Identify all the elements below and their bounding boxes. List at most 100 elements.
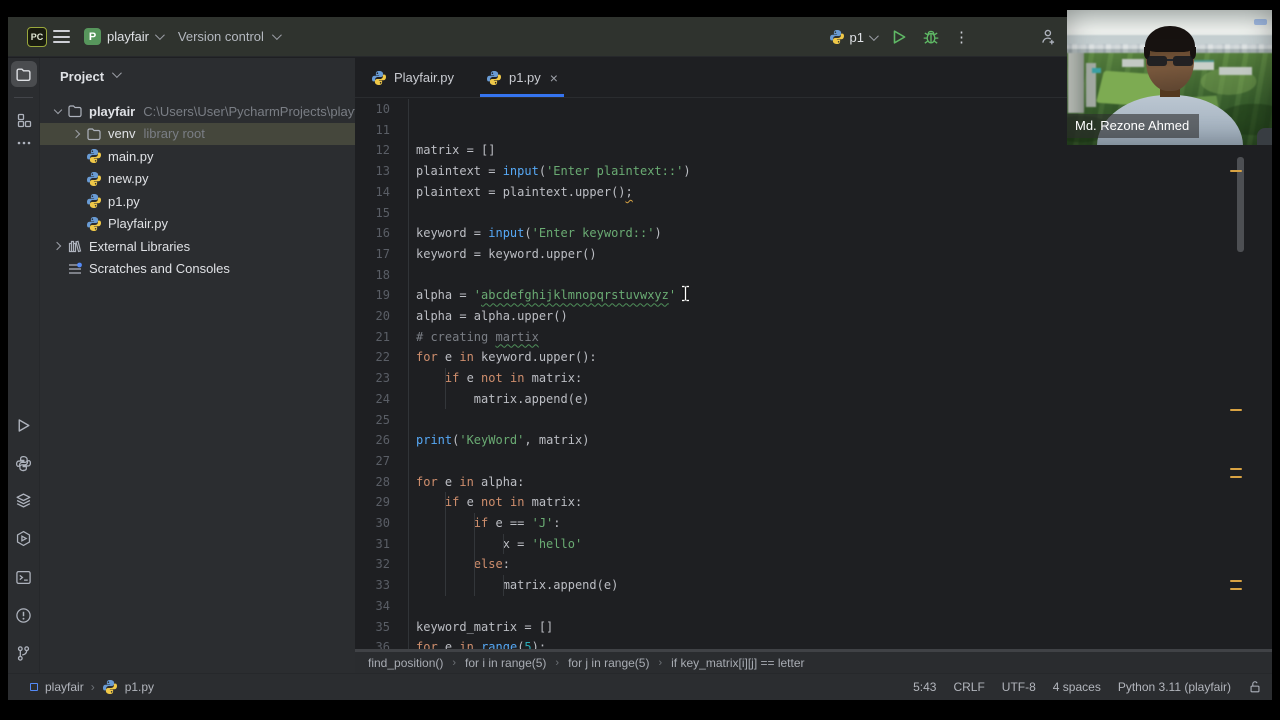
code-line-19: 19 alpha = 'abcdefghijklmnopqrstuvwxyz'	[355, 285, 1272, 306]
version-control-label: Version control	[177, 29, 264, 44]
status-item[interactable]: Python 3.11 (playfair)	[1118, 680, 1231, 694]
project-name: playfair	[107, 29, 149, 44]
tree-item-venv[interactable]: venv library root	[40, 122, 355, 145]
warning-stripe-marker[interactable]	[1230, 588, 1242, 590]
breadcrumb-item[interactable]: if key_matrix[i][j] == letter	[671, 656, 804, 670]
status-bar: playfair › p1.py 5:43 CRLF UTF-8 4 spaces Py…	[8, 673, 1272, 700]
code-line-33: 33 matrix.append(e)	[355, 575, 1272, 596]
run-button[interactable]	[890, 28, 908, 46]
warning-stripe-marker[interactable]	[1230, 468, 1242, 470]
project-widget[interactable]: P playfair	[84, 28, 165, 45]
tab-p1-py[interactable]: p1.py ×	[470, 58, 574, 97]
tree-item-external-libraries[interactable]: External Libraries	[40, 235, 355, 258]
tree-item-main-py[interactable]: main.py	[40, 145, 355, 168]
chevron-down-icon	[868, 30, 879, 41]
line-number: 20	[375, 309, 390, 323]
webcam-watermark	[1254, 19, 1267, 25]
code-line-20: 20 alpha = alpha.upper()	[355, 306, 1272, 327]
breadcrumb-item[interactable]: for i in range(5)	[465, 656, 546, 670]
run-tool-icon[interactable]	[11, 412, 37, 438]
tree-item-playfair[interactable]: playfair C:\Users\User\PycharmProjects\pl…	[40, 100, 355, 123]
python-file-icon	[85, 216, 103, 232]
chevron-down-icon	[154, 30, 165, 41]
status-file[interactable]: p1.py	[125, 680, 154, 694]
run-config-name: p1	[849, 29, 864, 45]
breadcrumb-item[interactable]: find_position()	[368, 656, 443, 670]
more-tool-windows-icon[interactable]	[11, 130, 37, 156]
warning-stripe-marker[interactable]	[1230, 409, 1242, 411]
warning-stripe-marker[interactable]	[1230, 580, 1242, 582]
version-control-widget[interactable]: Version control	[177, 29, 282, 44]
run-configuration-selector[interactable]: p1	[829, 29, 879, 45]
status-item[interactable]: 4 spaces	[1053, 680, 1101, 694]
tree-item-scratches-and-consoles[interactable]: Scratches and Consoles	[40, 258, 355, 281]
line-number: 19	[375, 288, 390, 303]
tree-item-label: new.py	[108, 171, 149, 187]
warning-stripe-marker[interactable]	[1230, 476, 1242, 478]
code-line-34: 34	[355, 596, 1272, 617]
python-file-icon	[486, 70, 502, 86]
tree-item-label: main.py	[108, 148, 154, 164]
lock-icon[interactable]	[1248, 680, 1262, 694]
status-item[interactable]: CRLF	[953, 680, 984, 694]
status-item[interactable]: UTF-8	[1002, 680, 1036, 694]
terminal-tool-icon[interactable]	[11, 564, 37, 590]
code-line-16: 16 keyword = input('Enter keyword::')	[355, 223, 1272, 244]
python-icon	[829, 29, 845, 45]
main-menu-icon[interactable]	[53, 30, 70, 43]
code-with-me-icon[interactable]	[1040, 28, 1058, 46]
line-number: 12	[375, 143, 390, 158]
warning-stripe-marker[interactable]	[1230, 170, 1242, 172]
python-file-icon	[102, 679, 118, 695]
status-project[interactable]: playfair	[45, 680, 84, 694]
tab-label: Playfair.py	[394, 70, 454, 85]
services-tool-icon[interactable]	[11, 487, 37, 513]
breadcrumb-separator: ›	[658, 656, 663, 669]
line-number: 10	[375, 102, 390, 116]
code-line-31: 31 x = 'hello'	[355, 534, 1272, 555]
line-number: 22	[375, 350, 390, 365]
code-line-18: 18	[355, 265, 1272, 286]
breadcrumb-separator: ›	[90, 680, 95, 694]
python-console-tool-icon[interactable]	[11, 525, 37, 551]
line-number: 32	[375, 557, 390, 572]
more-actions-icon[interactable]: ⋮	[954, 28, 969, 46]
close-tab-icon[interactable]: ×	[550, 70, 558, 86]
code-line-24: 24 matrix.append(e)	[355, 389, 1272, 410]
version-control-tool-icon[interactable]	[11, 640, 37, 666]
status-item[interactable]: 5:43	[913, 680, 936, 694]
code-editor[interactable]: 10 11 12 matrix = [] 13 plaintext = input('En…	[355, 99, 1272, 654]
line-number: 34	[375, 598, 390, 613]
chevron-right-icon[interactable]	[50, 242, 66, 251]
folder-icon	[85, 126, 103, 142]
project-panel-title: Project	[60, 68, 105, 84]
line-number: 26	[375, 433, 390, 448]
project-tool-icon[interactable]	[10, 61, 37, 87]
tree-item-new-py[interactable]: new.py	[40, 168, 355, 191]
library-icon	[66, 238, 84, 254]
line-number: 23	[375, 371, 390, 386]
chevron-down-icon[interactable]	[50, 105, 66, 114]
indent-guide	[503, 575, 504, 596]
line-number: 16	[375, 226, 390, 241]
mouse-ibeam-cursor	[680, 285, 691, 302]
tree-item-playfair-py[interactable]: Playfair.py	[40, 213, 355, 236]
python-packages-tool-icon[interactable]	[11, 450, 37, 476]
tree-item-p1-py[interactable]: p1.py	[40, 190, 355, 213]
project-panel: Project playfair C:\Users\User\PycharmPro…	[40, 58, 355, 673]
python-file-icon	[85, 148, 103, 164]
debug-button[interactable]	[922, 28, 940, 46]
tree-item-label: venv	[108, 126, 136, 142]
code-line-29: 29 if e not in matrix:	[355, 492, 1272, 513]
line-number: 35	[375, 619, 390, 634]
tree-item-label: Playfair.py	[108, 216, 168, 232]
tab-playfair-py[interactable]: Playfair.py	[355, 58, 470, 97]
chevron-right-icon[interactable]	[69, 129, 85, 138]
breadcrumb-item[interactable]: for j in range(5)	[568, 656, 649, 670]
line-number: 25	[375, 412, 390, 427]
editor-area[interactable]: Playfair.py p1.py × 10 11 12 matrix = [] 13 pla…	[355, 58, 1272, 673]
problems-tool-icon[interactable]	[11, 602, 37, 628]
code-line-13: 13 plaintext = input('Enter plaintext::')	[355, 161, 1272, 182]
project-avatar-icon: P	[84, 28, 101, 45]
code-line-22: 22 for e in keyword.upper():	[355, 347, 1272, 368]
